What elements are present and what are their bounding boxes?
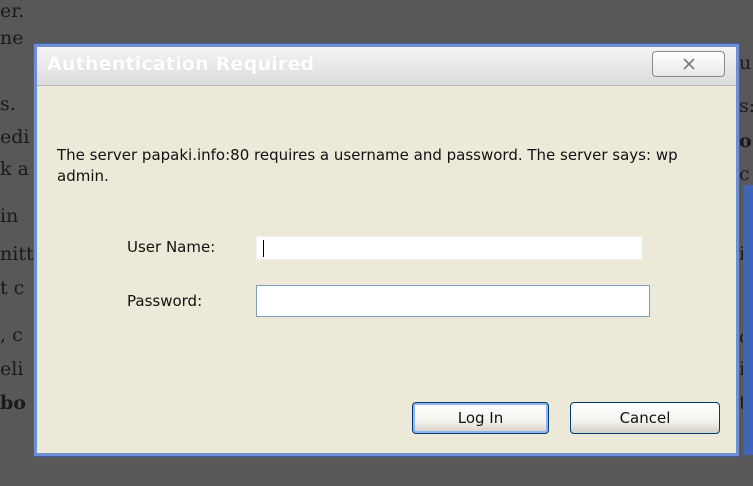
cancel-button[interactable]: Cancel <box>570 402 720 434</box>
bg-text: bo <box>0 392 26 414</box>
bg-text: nitt <box>0 243 34 265</box>
username-field[interactable] <box>256 236 642 260</box>
dialog-title: Authentication Required <box>47 53 315 75</box>
bg-scroll-strip <box>743 185 753 455</box>
username-input[interactable] <box>257 237 641 259</box>
bg-text: s. <box>0 93 16 115</box>
bg-text: t c <box>0 277 25 299</box>
close-button[interactable] <box>652 51 725 77</box>
title-bar[interactable]: Authentication Required <box>37 47 736 86</box>
bg-text: in <box>0 205 19 227</box>
bg-text: eli <box>0 358 24 380</box>
password-field[interactable] <box>256 285 650 317</box>
bg-text: , c <box>0 324 23 346</box>
password-label: Password: <box>127 292 203 310</box>
login-button[interactable]: Log In <box>412 402 549 434</box>
bg-text: k a <box>0 158 29 180</box>
password-input[interactable] <box>257 286 649 316</box>
bg-text: s: <box>739 95 753 117</box>
bg-text: er. <box>0 0 25 22</box>
bg-text: u <box>739 52 752 74</box>
bg-text: o <box>739 130 752 152</box>
text-cursor <box>263 240 264 257</box>
auth-message: The server papaki.info:80 requires a use… <box>57 146 678 185</box>
bg-text: edi <box>0 126 30 148</box>
username-label: User Name: <box>127 238 216 256</box>
close-icon <box>681 58 697 70</box>
bg-text: ne <box>0 27 24 49</box>
bg-text: c <box>739 163 750 185</box>
auth-dialog: Authentication Required The server papak… <box>34 44 739 456</box>
